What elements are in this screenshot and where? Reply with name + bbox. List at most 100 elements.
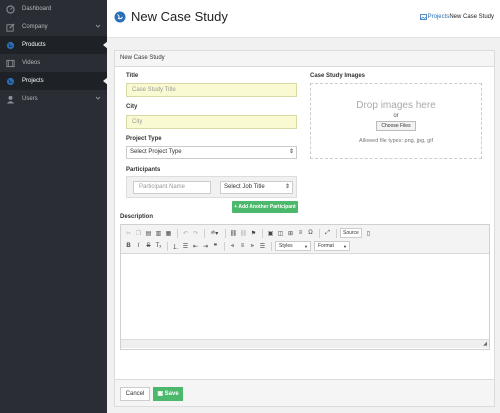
panel-heading: New Case Study	[115, 51, 494, 67]
paste-text-icon[interactable]: ▥	[154, 228, 163, 238]
sidebar-item-label: Projects	[22, 78, 44, 84]
align-center-icon[interactable]: ≡	[238, 241, 247, 251]
project-type-label: Project Type	[126, 136, 162, 142]
flash-icon[interactable]: ◫	[276, 228, 285, 238]
toolbar-divider	[225, 228, 226, 238]
sidebar-item-label: Products	[22, 42, 46, 48]
toolbar-divider	[336, 228, 337, 238]
job-title-value: Select Job Title	[224, 184, 265, 190]
breadcrumb-current: New Case Study	[449, 14, 494, 20]
blockquote-icon[interactable]: ❞	[211, 241, 220, 251]
align-justify-icon[interactable]: ☰	[258, 241, 267, 251]
dropzone-or: or	[393, 113, 399, 119]
description-label: Description	[120, 214, 154, 220]
project-type-select[interactable]: Select Project Type ⇕	[126, 146, 297, 159]
panel-footer: Cancel ▣ Save	[115, 379, 494, 406]
align-left-icon[interactable]: ⫷	[228, 241, 237, 251]
breadcrumb-link-projects[interactable]: Projects	[428, 14, 450, 20]
copy-icon[interactable]: ❐	[134, 228, 143, 238]
align-right-icon[interactable]: ⫸	[248, 241, 257, 251]
italic-icon[interactable]: I	[134, 241, 143, 251]
outdent-icon[interactable]: ⇤	[191, 241, 200, 251]
bold-icon[interactable]: B	[124, 241, 133, 251]
sidebar-item-label: Company	[22, 24, 48, 30]
styles-dropdown[interactable]: Styles ▼	[275, 241, 311, 251]
unlink-icon[interactable]: ⛓	[239, 228, 248, 238]
active-indicator	[103, 41, 108, 49]
active-indicator	[103, 77, 108, 85]
title-input[interactable]: Case Study Title	[126, 83, 297, 97]
editor-statusbar: ◢	[121, 339, 489, 348]
case-study-panel: New Case Study Title Case Study Title Ci…	[114, 50, 495, 407]
globe-icon	[114, 11, 126, 23]
maximize-icon[interactable]: ⤢	[323, 228, 332, 238]
sidebar-item-dashboard[interactable]: Dashboard	[0, 0, 107, 18]
page-title: New Case Study	[114, 9, 228, 24]
edit-icon	[6, 23, 15, 32]
title-label: Title	[126, 73, 139, 79]
sidebar-item-company[interactable]: Company	[0, 18, 107, 36]
cancel-button[interactable]: Cancel	[120, 387, 150, 401]
bulleted-list-icon[interactable]: ☰	[181, 241, 190, 251]
chevron-down-icon: ▼	[304, 244, 308, 249]
document-icon[interactable]: ▯	[364, 228, 373, 238]
city-input[interactable]: City	[126, 115, 297, 129]
image-icon	[419, 14, 427, 20]
horizontal-rule-icon[interactable]: ≡	[296, 228, 305, 238]
city-label: City	[126, 104, 138, 110]
editor-toolbar: ✂ ❐ ▤ ▥ ▦ ↶ ↷ ᵃᵇ▾ ⛓ ⛓ ⚑ ▣ ◫ ⊞ ≡ Ω ⤢ Sour…	[121, 225, 489, 254]
format-label: Format	[318, 243, 334, 249]
job-title-select[interactable]: Select Job Title ⇕	[220, 181, 293, 194]
sidebar-item-products[interactable]: Products	[0, 36, 108, 54]
strike-icon[interactable]: S	[144, 241, 153, 251]
select-arrows-icon: ⇕	[284, 184, 290, 190]
add-participant-button[interactable]: + Add Another Participant	[232, 201, 298, 213]
undo-icon[interactable]: ↶	[181, 228, 190, 238]
rich-text-editor: ✂ ❐ ▤ ▥ ▦ ↶ ↷ ᵃᵇ▾ ⛓ ⛓ ⚑ ▣ ◫ ⊞ ≡ Ω ⤢ Sour…	[120, 224, 490, 350]
sidebar-item-users[interactable]: Users	[0, 90, 107, 108]
sidebar: Dashboard Company Products Videos Projec…	[0, 0, 108, 413]
remove-format-icon[interactable]: Tₓ	[154, 241, 163, 251]
special-char-icon[interactable]: Ω	[306, 228, 315, 238]
chevron-down-icon	[95, 95, 101, 103]
toolbar-divider	[167, 241, 168, 251]
sidebar-item-projects[interactable]: Projects	[0, 72, 108, 90]
link-icon[interactable]: ⛓	[229, 228, 238, 238]
paste-icon[interactable]: ▤	[144, 228, 153, 238]
anchor-flag-icon[interactable]: ⚑	[249, 228, 258, 238]
save-button[interactable]: ▣ Save	[153, 387, 183, 401]
format-dropdown[interactable]: Format ▼	[314, 241, 350, 251]
source-button[interactable]: Source	[340, 228, 362, 238]
allowed-file-types: Allowed file types: png, jpg, gif	[359, 138, 433, 144]
sidebar-item-label: Users	[22, 96, 38, 102]
sidebar-item-videos[interactable]: Videos	[0, 54, 107, 72]
image-icon[interactable]: ▣	[266, 228, 275, 238]
page-header: New Case Study Projects New Case Study	[107, 0, 500, 38]
dashboard-icon	[6, 4, 15, 14]
save-label: Save	[164, 391, 179, 397]
film-icon	[6, 59, 15, 68]
toolbar-divider	[204, 228, 205, 238]
toolbar-divider	[319, 228, 320, 238]
page-title-text: New Case Study	[131, 9, 228, 24]
dropzone-title: Drop images here	[356, 100, 436, 111]
participant-name-input[interactable]: Participant Name	[133, 181, 211, 194]
editor-content-area[interactable]	[121, 254, 489, 339]
paste-word-icon[interactable]: ▦	[164, 228, 173, 238]
resize-grip-icon[interactable]: ◢	[483, 341, 487, 347]
indent-icon[interactable]: ⇥	[201, 241, 210, 251]
breadcrumb: Projects New Case Study	[419, 14, 494, 20]
choose-files-button[interactable]: Choose Files	[376, 121, 416, 131]
cut-icon[interactable]: ✂	[124, 228, 133, 238]
image-dropzone[interactable]: Drop images here or Choose Files Allowed…	[310, 83, 482, 159]
redo-icon[interactable]: ↷	[191, 228, 200, 238]
globe-icon	[6, 77, 15, 86]
images-label: Case Study Images	[310, 73, 366, 79]
chevron-down-icon: ▼	[343, 244, 347, 249]
toolbar-divider	[224, 241, 225, 251]
numbered-list-icon[interactable]: ⒈	[171, 241, 180, 251]
spellcheck-icon[interactable]: ᵃᵇ▾	[208, 228, 221, 238]
table-icon[interactable]: ⊞	[286, 228, 295, 238]
project-type-value: Select Project Type	[130, 149, 182, 155]
toolbar-divider	[262, 228, 263, 238]
